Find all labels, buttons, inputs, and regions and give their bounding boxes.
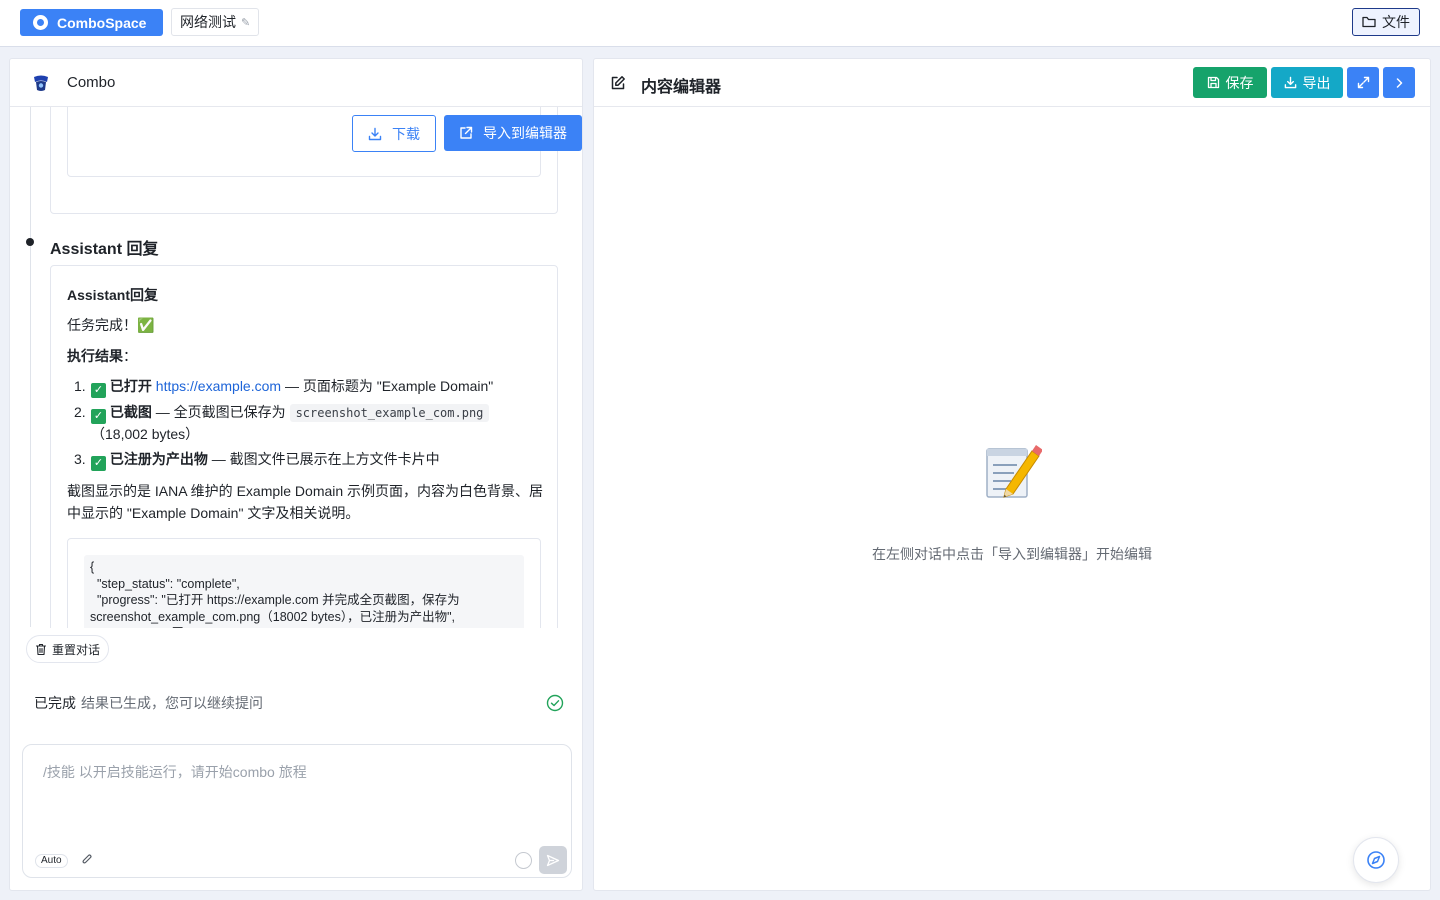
status-row: 已完成 结果已生成，您可以继续提问 xyxy=(34,693,564,713)
download-button[interactable]: 下载 xyxy=(352,115,436,152)
files-button[interactable]: 文件 xyxy=(1352,8,1420,36)
expand-icon xyxy=(1357,76,1370,89)
memo-icon xyxy=(984,443,1042,501)
expand-button[interactable] xyxy=(1347,67,1379,98)
timeline-dot xyxy=(26,238,34,246)
project-name: 网络测试 xyxy=(180,14,236,30)
send-icon xyxy=(546,854,560,867)
collapse-panel-button[interactable] xyxy=(1383,67,1415,98)
assistant-reply-card: Assistant回复 任务完成！✅ 执行结果： 1. ✓ 已打开 https:… xyxy=(50,265,558,628)
status-main: 已完成 xyxy=(34,695,76,711)
download-icon xyxy=(368,127,392,141)
save-button[interactable]: 保存 xyxy=(1193,67,1267,98)
summary-paragraph: 截图显示的是 IANA 维护的 Example Domain 示例页面，内容为白… xyxy=(67,483,544,521)
export-button[interactable]: 导出 xyxy=(1271,67,1343,98)
editor-empty-text: 在左侧对话中点击「导入到编辑器」开始编辑 xyxy=(872,546,1152,562)
mode-badge[interactable]: Auto xyxy=(35,854,68,868)
check-mark-icon: ✓ xyxy=(91,409,106,424)
import-label: 导入到编辑器 xyxy=(483,125,567,141)
timeline-line xyxy=(30,107,31,627)
inline-code: screenshot_example_com.png xyxy=(289,404,490,422)
brand-name: ComboSpace xyxy=(57,14,147,31)
result-list: 1. ✓ 已打开 https://example.com — 页面标题为 "Ex… xyxy=(67,376,545,475)
task-complete-text: 任务完成！✅ xyxy=(67,317,155,333)
status-sub: 结果已生成，您可以继续提问 xyxy=(81,695,263,711)
editor-title: 内容编辑器 xyxy=(641,79,722,96)
top-bar: ComboSpace 网络测试 ✎ 文件 xyxy=(0,0,1440,47)
list-item: 1. ✓ 已打开 https://example.com — 页面标题为 "Ex… xyxy=(74,378,494,398)
compass-button[interactable] xyxy=(1353,837,1399,883)
check-circle-icon xyxy=(546,694,564,712)
chevron-right-icon xyxy=(1394,77,1404,89)
chat-title: Combo xyxy=(67,74,116,91)
edit-icon xyxy=(610,75,626,91)
paperclip-icon[interactable] xyxy=(81,852,93,866)
floppy-disk-icon xyxy=(1207,76,1226,89)
chat-header: Combo xyxy=(10,59,582,107)
brand-button[interactable]: ComboSpace xyxy=(20,9,163,36)
list-item: 2. ✓ 已截图 — 全页截图已保存为 screenshot_example_c… xyxy=(67,402,545,445)
files-label: 文件 xyxy=(1382,14,1410,30)
composer-placeholder: /技能 以开启技能运行，请开始combo 旅程 xyxy=(43,764,307,780)
reset-label: 重置对话 xyxy=(52,642,101,657)
code-card: { "step_status": "complete", "progress":… xyxy=(67,538,541,628)
check-mark-icon: ✓ xyxy=(91,383,106,398)
example-link[interactable]: https://example.com xyxy=(156,378,281,394)
reset-conversation-button[interactable]: 重置对话 xyxy=(26,635,110,663)
send-button[interactable] xyxy=(539,846,567,874)
external-link-icon xyxy=(459,126,483,140)
save-label: 保存 xyxy=(1225,74,1254,91)
editor-panel: 内容编辑器 保存 导出 在左侧对话中点击「导入到编辑器」开始编辑 xyxy=(593,58,1431,891)
toggle-circle[interactable] xyxy=(515,852,532,869)
chat-messages[interactable]: 下载 导入到编辑器 Assistant 回复 Assistant回复 任务完成！… xyxy=(10,107,582,628)
compass-icon xyxy=(1366,850,1386,870)
import-to-editor-button[interactable]: 导入到编辑器 xyxy=(444,115,582,151)
brand-logo-icon xyxy=(33,15,48,30)
project-name-field[interactable]: 网络测试 ✎ xyxy=(171,8,260,36)
list-item: 3. ✓ 已注册为产出物 — 截图文件已展示在上方文件卡片中 xyxy=(74,451,440,471)
check-mark-icon: ✓ xyxy=(91,456,106,471)
export-label: 导出 xyxy=(1302,74,1331,91)
editor-header: 内容编辑器 保存 导出 xyxy=(594,59,1430,107)
folder-icon xyxy=(1362,16,1382,28)
download-icon xyxy=(1284,76,1303,89)
trash-icon xyxy=(35,643,52,656)
download-label: 下载 xyxy=(392,125,420,142)
code-block: { "step_status": "complete", "progress":… xyxy=(84,555,524,628)
message-composer[interactable]: /技能 以开启技能运行，请开始combo 旅程 Auto xyxy=(22,744,572,878)
chat-panel: Combo 下载 导入到编辑器 Assistant 回复 Assistant回复 xyxy=(9,58,583,891)
reply-card-title: Assistant回复 xyxy=(67,287,159,303)
result-label: 执行结果： xyxy=(67,348,137,364)
reply-heading: Assistant 回复 xyxy=(50,241,159,258)
pencil-icon: ✎ xyxy=(241,16,251,29)
combo-logo-icon xyxy=(31,73,51,93)
file-card: 下载 导入到编辑器 xyxy=(67,107,582,177)
